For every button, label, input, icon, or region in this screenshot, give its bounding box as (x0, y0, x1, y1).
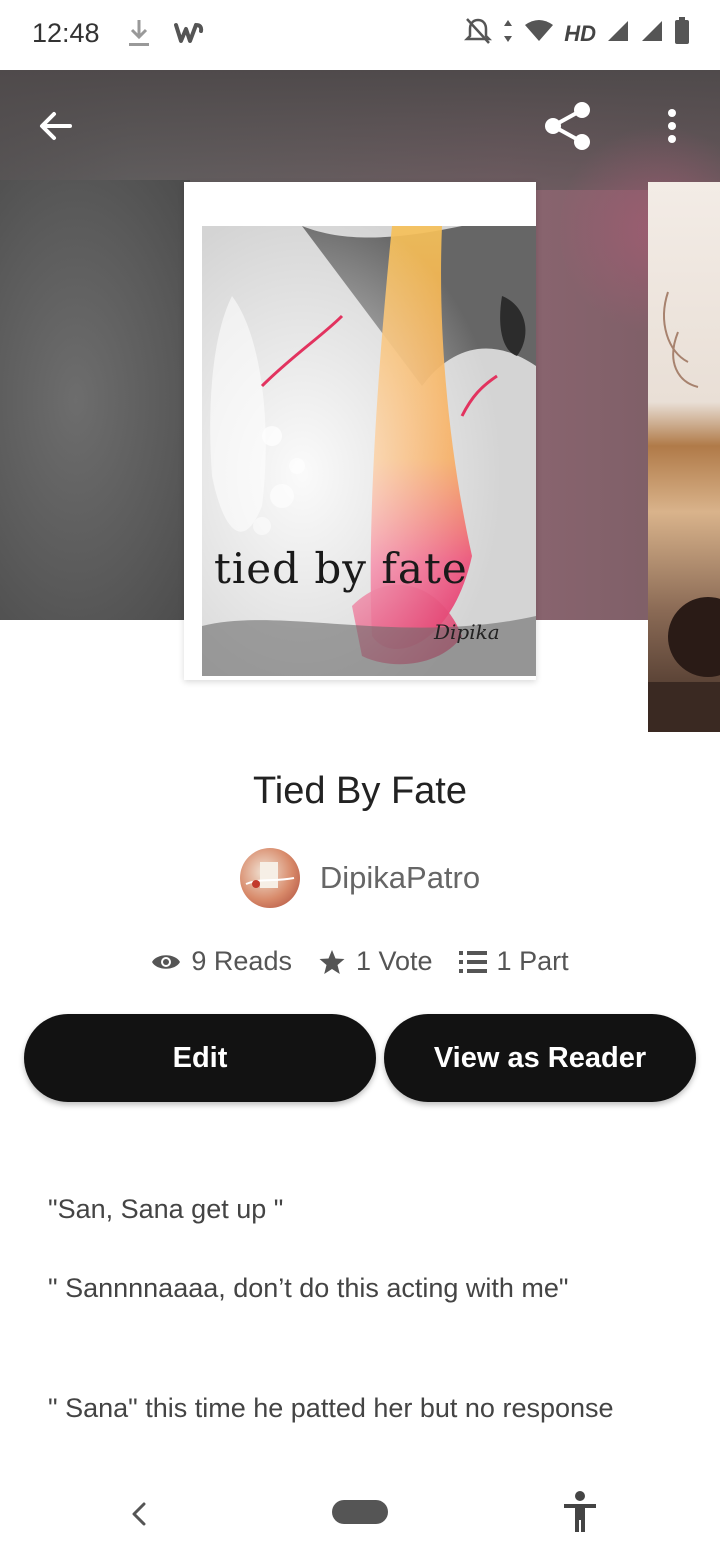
system-nav-bar (0, 1470, 720, 1560)
nav-back-button[interactable] (122, 1496, 158, 1532)
wifi-icon (524, 19, 554, 48)
story-stats: 9 Reads 1 Vote 1 Part (0, 946, 720, 977)
share-button[interactable] (536, 94, 600, 158)
votes-stat: 1 Vote (318, 946, 433, 977)
story-cover[interactable]: tied by fate Dipika (184, 182, 536, 680)
excerpt-paragraph: "San, Sana get up " (48, 1194, 284, 1224)
list-icon (458, 950, 487, 973)
author-row[interactable]: DipikaPatro (0, 848, 720, 908)
parts-count: 1 Part (496, 946, 569, 976)
next-story-cover[interactable] (648, 182, 720, 732)
accessibility-button[interactable] (560, 1490, 600, 1534)
excerpt-paragraph: " Sana" this time he patted her but no r… (48, 1393, 614, 1423)
status-bar: 12:48 HD (0, 0, 720, 70)
more-options-button[interactable] (646, 96, 698, 156)
excerpt-paragraph: " Sannnnaaaa, don’t do this acting with … (48, 1273, 569, 1303)
reads-count: 9 Reads (191, 946, 292, 976)
story-title: Tied By Fate (252, 770, 467, 812)
eye-icon (152, 954, 181, 969)
download-icon (126, 18, 152, 53)
arrow-left-icon (40, 112, 72, 140)
battery-icon (674, 17, 690, 50)
nav-back-icon (132, 1502, 146, 1526)
signal-icon (640, 19, 664, 48)
back-button[interactable] (26, 96, 86, 156)
nav-home-icon[interactable] (332, 1500, 388, 1524)
notifications-off-icon (464, 16, 493, 51)
star-icon (319, 949, 345, 974)
cover-title-text: tied by fate (214, 544, 468, 593)
share-icon (545, 102, 590, 150)
author-name[interactable]: DipikaPatro (320, 860, 480, 896)
author-avatar[interactable] (239, 848, 300, 908)
cover-signature: Dipika (434, 620, 500, 644)
view-as-reader-button[interactable]: View as Reader (384, 1014, 696, 1102)
accessibility-icon (564, 1491, 596, 1532)
wattpad-icon (174, 21, 204, 50)
data-arrows-icon (502, 18, 514, 49)
edit-button[interactable]: Edit (24, 1014, 376, 1102)
more-vertical-icon (668, 109, 676, 143)
reads-stat: 9 Reads (151, 946, 292, 977)
votes-count: 1 Vote (355, 946, 433, 976)
network-type-label: HD (564, 20, 596, 46)
status-time: 12:48 (32, 18, 100, 48)
cover-art-image: tied by fate Dipika (202, 226, 536, 676)
parts-stat: 1 Part (458, 946, 569, 977)
signal-icon (606, 19, 630, 48)
